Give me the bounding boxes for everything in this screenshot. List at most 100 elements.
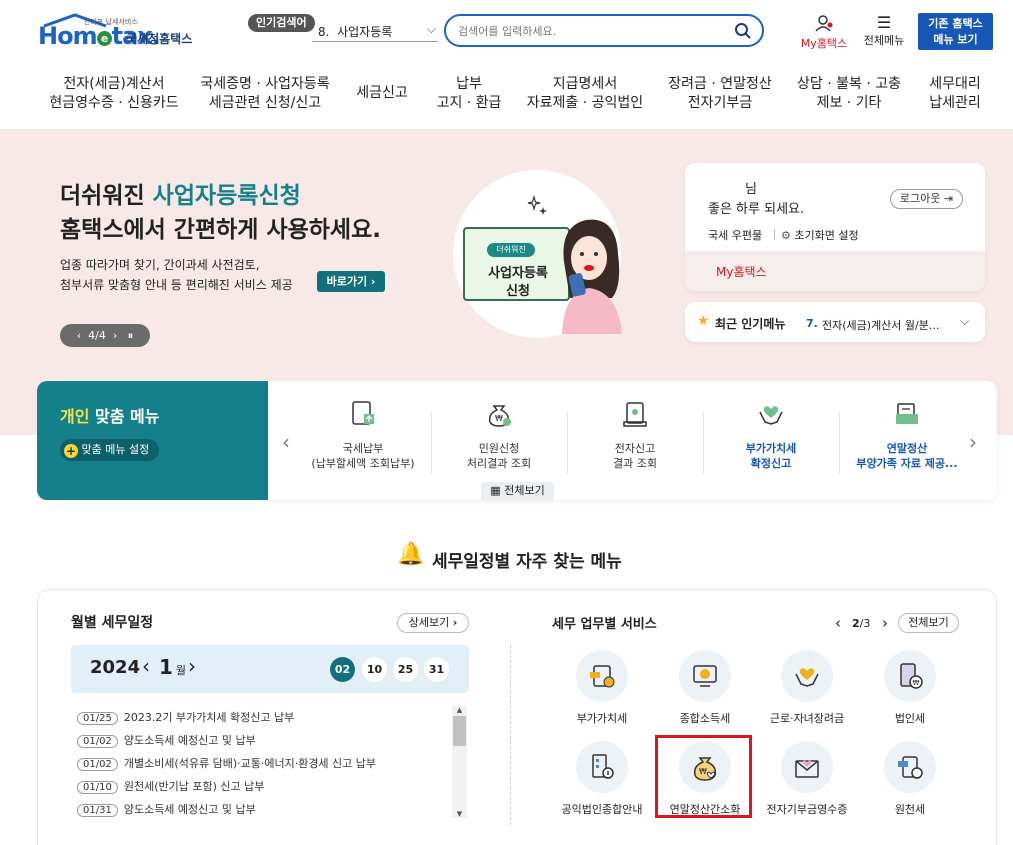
schedule-date: 01/31 — [77, 804, 118, 817]
mailbox-link[interactable]: 국세 우편물 — [708, 227, 762, 243]
schedule-list-item[interactable]: 01/31 양도소득세 예정신고 및 납부 — [77, 801, 256, 817]
init-setting-link[interactable]: ⚙ 초기화면 설정 — [781, 227, 859, 243]
nav-agent[interactable]: 세무대리납세관리 — [920, 75, 990, 113]
nav-l2: 납세관리 — [929, 95, 981, 111]
schedule-detail-button[interactable]: 상세보기 › — [397, 613, 469, 633]
service-income-tax[interactable]: 종합소득세 — [655, 650, 755, 726]
schedule-list-item[interactable]: 01/02 양도소득세 예정신고 및 납부 — [77, 732, 256, 748]
logout-button[interactable]: 로그아웃 ⇥ — [890, 189, 963, 209]
nav-consult[interactable]: 상담 · 불복 · 고충 제보 · 기타 — [790, 75, 908, 113]
schedule-list-item[interactable]: 01/10 원천세(반기납 포함) 신고 납부 — [77, 778, 264, 794]
nav-payment-statement[interactable]: 지급명세서 자료제출 · 공익법인 — [522, 75, 648, 113]
logo-e: e — [96, 31, 112, 46]
logo[interactable]: 안티포 납세서비스 Hom e tax. 국세청홈택스 — [38, 13, 208, 50]
nav-payment[interactable]: 납부 고지 · 환급 — [426, 75, 512, 113]
schedule-date: 01/02 — [77, 735, 118, 748]
service-label: 종합소득세 — [679, 712, 731, 725]
personal-view-all-button[interactable]: ▦ 전체보기 — [481, 482, 554, 500]
quick-l1: 부가가치세 — [745, 442, 797, 455]
my-hometax-link[interactable]: My홈택스 — [716, 263, 767, 280]
nav-l1: 국세증명 · 사업자등록 — [200, 76, 330, 92]
donation-mail-icon — [781, 741, 833, 793]
nav-certificate[interactable]: 국세증명 · 사업자등록세금관련 신청/신고 — [192, 75, 338, 113]
nav-tax-report[interactable]: 세금신고 — [348, 84, 416, 103]
income-tax-icon — [679, 650, 731, 702]
quick-vat-final[interactable]: 부가가치세 확정신고 — [703, 400, 839, 471]
scroll-thumb[interactable] — [453, 716, 466, 746]
chevron-down-icon: ⌵ — [426, 22, 436, 36]
logout-icon: ⇥ — [943, 192, 954, 205]
highlight-box — [655, 735, 752, 818]
schedule-scrollbar[interactable]: ▲ ▼ — [452, 706, 467, 818]
popular-keyword-select[interactable]: 8. 사업자등록 ⌵ — [312, 22, 438, 42]
services-prev-icon[interactable]: ‹ — [835, 614, 841, 632]
calendar-day[interactable]: 31 — [424, 657, 449, 682]
services-page-total: /3 — [859, 617, 871, 630]
service-public-corp-guide[interactable]: 공익법인종합안내 — [552, 741, 652, 817]
search-box[interactable] — [444, 14, 764, 47]
column-divider — [510, 645, 511, 825]
withholding-tax-icon — [884, 741, 936, 793]
quick-civil-request[interactable]: ₩ 민원신청 처리결과 조회 — [431, 400, 567, 471]
user-name-suffix: 님 — [745, 182, 757, 197]
scroll-down-icon[interactable]: ▼ — [452, 810, 467, 818]
service-label: 부가가치세 — [576, 712, 628, 725]
services-next-icon[interactable]: › — [882, 614, 888, 632]
allmenu-button[interactable]: ☰ 전체메뉴 — [858, 14, 910, 48]
personal-title-b: 맞춤 메뉴 — [89, 407, 160, 426]
folder-document-icon — [896, 403, 918, 424]
banner-pager[interactable]: ‹ 4/4 › ⏸ — [60, 324, 150, 347]
calendar-next-month-icon[interactable]: › — [188, 654, 196, 678]
nav-einvoice[interactable]: 전자(세금)계산서 현금영수증 · 신용카드 — [44, 75, 184, 113]
personal-menu-setting-button[interactable]: + 맞춤 메뉴 설정 — [60, 439, 160, 461]
quick-national-tax-payment[interactable]: 국세납부 (납부할세액 조회납부) — [295, 400, 431, 471]
banner-headline-b: 사업자등록신청 — [152, 183, 301, 209]
search-input[interactable] — [458, 22, 718, 40]
search-icon[interactable] — [734, 22, 752, 40]
nav-l2: 자료제출 · 공익법인 — [526, 95, 644, 111]
prev-arrow-icon[interactable]: ‹ — [282, 430, 290, 454]
calendar-prev-month-icon[interactable]: ‹ — [142, 654, 150, 678]
services-view-all-button[interactable]: 전체보기 — [898, 613, 959, 633]
service-withholding-tax[interactable]: 원천세 — [860, 741, 960, 817]
popular-badge: 인기검색어 — [248, 14, 315, 32]
section-title: 세무일정별 자주 찾는 메뉴 — [432, 552, 622, 572]
calendar-day[interactable]: 10 — [362, 657, 387, 682]
schedule-title: 월별 세무일정 — [71, 615, 154, 631]
service-earned-income-credit[interactable]: 근로·자녀장려금 — [757, 650, 857, 726]
chevron-right-icon: › — [452, 616, 458, 629]
payment-document-icon — [352, 401, 374, 425]
quick-year-end-settlement[interactable]: 연말정산 부양가족 자료 제공... — [839, 400, 975, 471]
grid-icon: ▦ — [490, 484, 501, 497]
schedule-text: 양도소득세 예정신고 및 납부 — [123, 734, 256, 747]
nav-l1: 장려금 · 연말정산 — [668, 76, 772, 92]
old-hometax-button[interactable]: 기존 홈택스 메뉴 보기 — [918, 13, 993, 50]
nav-l1: 세무대리 — [929, 76, 981, 92]
nav-incentive[interactable]: 장려금 · 연말정산 전자기부금 — [664, 75, 776, 113]
schedule-date: 01/02 — [77, 758, 118, 771]
banner-cta-button[interactable]: 바로가기 › — [317, 271, 385, 292]
calendar-day[interactable]: 25 — [393, 657, 418, 682]
scroll-up-icon[interactable]: ▲ — [452, 706, 467, 714]
quick-l2: 결과 조회 — [613, 457, 657, 470]
myhometax-link[interactable]: My홈택스 — [796, 14, 852, 51]
service-vat[interactable]: 부가가치세 — [552, 650, 652, 726]
service-e-donation-receipt[interactable]: 전자기부금영수증 — [757, 741, 857, 817]
schedule-list-item[interactable]: 01/02 개별소비세(석유류 담배)·교통·에너지·환경세 신고 납부 — [77, 755, 376, 771]
svg-text:₩: ₩ — [495, 414, 503, 423]
nav-l1: 납부 — [456, 76, 482, 92]
nav-l2: 제보 · 기타 — [816, 95, 882, 111]
schedule-list-item[interactable]: 01/25 2023.2기 부가가치세 확정신고 납부 — [77, 709, 294, 725]
illustration-badge: 더쉬워진 — [487, 243, 535, 257]
calendar-day[interactable]: 02 — [330, 657, 355, 682]
schedule-date: 01/25 — [77, 712, 118, 725]
header: 안티포 납세서비스 Hom e tax. 국세청홈택스 인기검색어 8. 사업자등록… — [0, 0, 1013, 130]
nav-l2: 세금관련 신청/신고 — [208, 95, 322, 111]
service-label: 공익법인종합안내 — [561, 803, 643, 816]
calendar-month-unit: 월 — [175, 664, 187, 677]
recent-popular-item[interactable]: 전자(세금)계산서 월/분... — [822, 317, 939, 333]
service-corporate-tax[interactable]: ₩ 법인세 — [860, 650, 960, 726]
quick-e-filing-result[interactable]: 전자신고 결과 조회 — [567, 400, 703, 471]
chevron-down-icon[interactable]: ⌵ — [960, 314, 969, 329]
gear-icon: ⚙ — [781, 229, 791, 242]
